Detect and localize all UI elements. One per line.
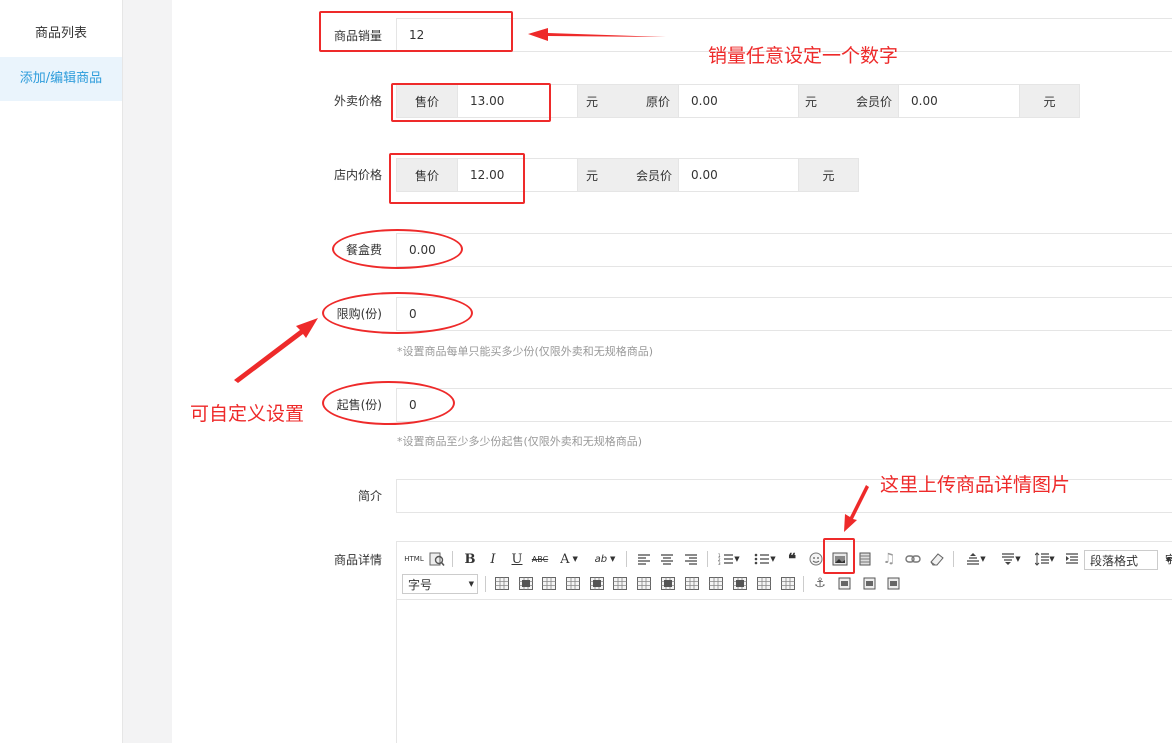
arrow-to-sales [528,28,666,41]
annotation-sales-note: 销量任意设定一个数字 [708,45,899,67]
arrow-to-image-upload [844,485,869,532]
arrow-to-purchase-limit [234,318,318,383]
page: 商品列表 添加/编辑商品 商品销量 12 外卖价格 售价 13.00 元 原价 … [0,0,1172,743]
annotation-custom-note: 可自定义设置 [190,403,305,425]
annotation-upload-note: 这里上传商品详情图片 [880,474,1071,496]
annotation-arrows [234,28,869,532]
